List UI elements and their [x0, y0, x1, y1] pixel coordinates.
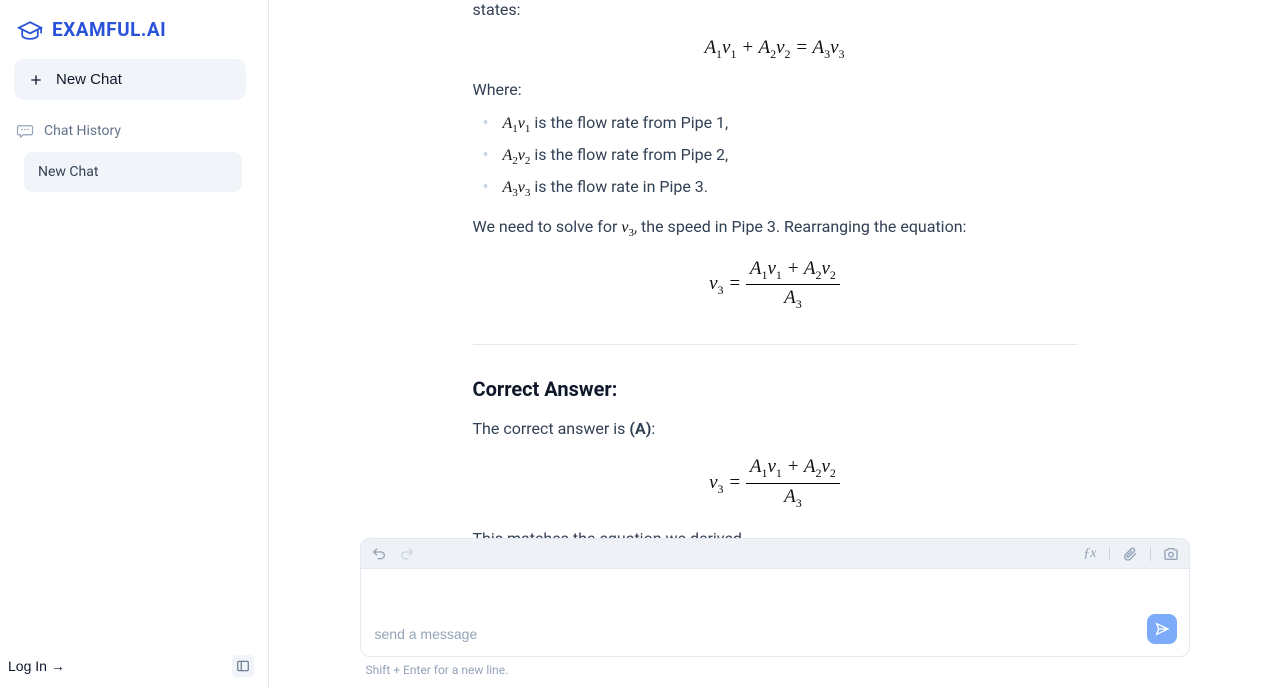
- new-chat-button[interactable]: New Chat: [14, 59, 246, 100]
- toolbar-separator: [1150, 547, 1151, 561]
- redo-icon[interactable]: [399, 546, 415, 562]
- logo: EXAMFUL.AI: [14, 14, 254, 59]
- list-item: A1v1 is the flow rate from Pipe 1,: [483, 113, 1077, 135]
- collapse-sidebar-button[interactable]: [232, 655, 254, 677]
- text-answer: The correct answer is (A):: [473, 419, 1077, 438]
- undo-icon[interactable]: [371, 546, 387, 562]
- math-fx-icon[interactable]: ƒx: [1083, 546, 1096, 562]
- equation-v3: v3 = A1v1 + A2v2 A3: [473, 258, 1077, 313]
- login-button[interactable]: Log In →: [8, 658, 65, 674]
- chat-bubble-icon: [16, 122, 34, 140]
- new-chat-label: New Chat: [56, 71, 122, 88]
- toolbar-separator: [1109, 547, 1110, 561]
- chat-history-label: Chat History: [44, 123, 121, 139]
- equation-answer: v3 = A1v1 + A2v2 A3: [473, 456, 1077, 511]
- chat-history-header: Chat History: [14, 118, 254, 152]
- attachment-icon[interactable]: [1122, 546, 1138, 562]
- equation-continuity: A1v1 + A2v2 = A3v3: [473, 37, 1077, 62]
- divider: [473, 344, 1077, 345]
- message-input-box: [360, 568, 1190, 657]
- graduation-cap-icon: [16, 20, 44, 40]
- bullet-list: A1v1 is the flow rate from Pipe 1, A2v2 …: [483, 113, 1077, 200]
- input-hint: Shift + Enter for a new line.: [360, 663, 1190, 677]
- text-where: Where:: [473, 80, 1077, 99]
- chat-history-list: New Chat: [14, 152, 254, 192]
- sidebar: EXAMFUL.AI New Chat Chat History New Cha…: [0, 0, 269, 687]
- message-input-bar: ƒx Shift + Enter for a new line.: [360, 538, 1190, 677]
- sidebar-footer: Log In →: [8, 655, 254, 677]
- message-input[interactable]: [375, 626, 1153, 642]
- camera-icon[interactable]: [1163, 546, 1179, 562]
- list-item: A2v2 is the flow rate from Pipe 2,: [483, 145, 1077, 167]
- panel-left-icon: [236, 659, 250, 673]
- plus-icon: [28, 72, 44, 88]
- list-item: A3v3 is the flow rate in Pipe 3.: [483, 177, 1077, 199]
- input-toolbar: ƒx: [360, 538, 1190, 568]
- text-states: states:: [473, 0, 1077, 19]
- send-button[interactable]: [1147, 614, 1177, 644]
- correct-answer-heading: Correct Answer:: [473, 377, 1077, 401]
- logo-text: EXAMFUL.AI: [52, 18, 166, 41]
- send-icon: [1154, 621, 1170, 637]
- text-solve: We need to solve for v3, the speed in Pi…: [473, 217, 1077, 239]
- main-area: states: A1v1 + A2v2 = A3v3 Where: A1v1 i…: [269, 0, 1280, 687]
- chat-history-item[interactable]: New Chat: [24, 152, 242, 192]
